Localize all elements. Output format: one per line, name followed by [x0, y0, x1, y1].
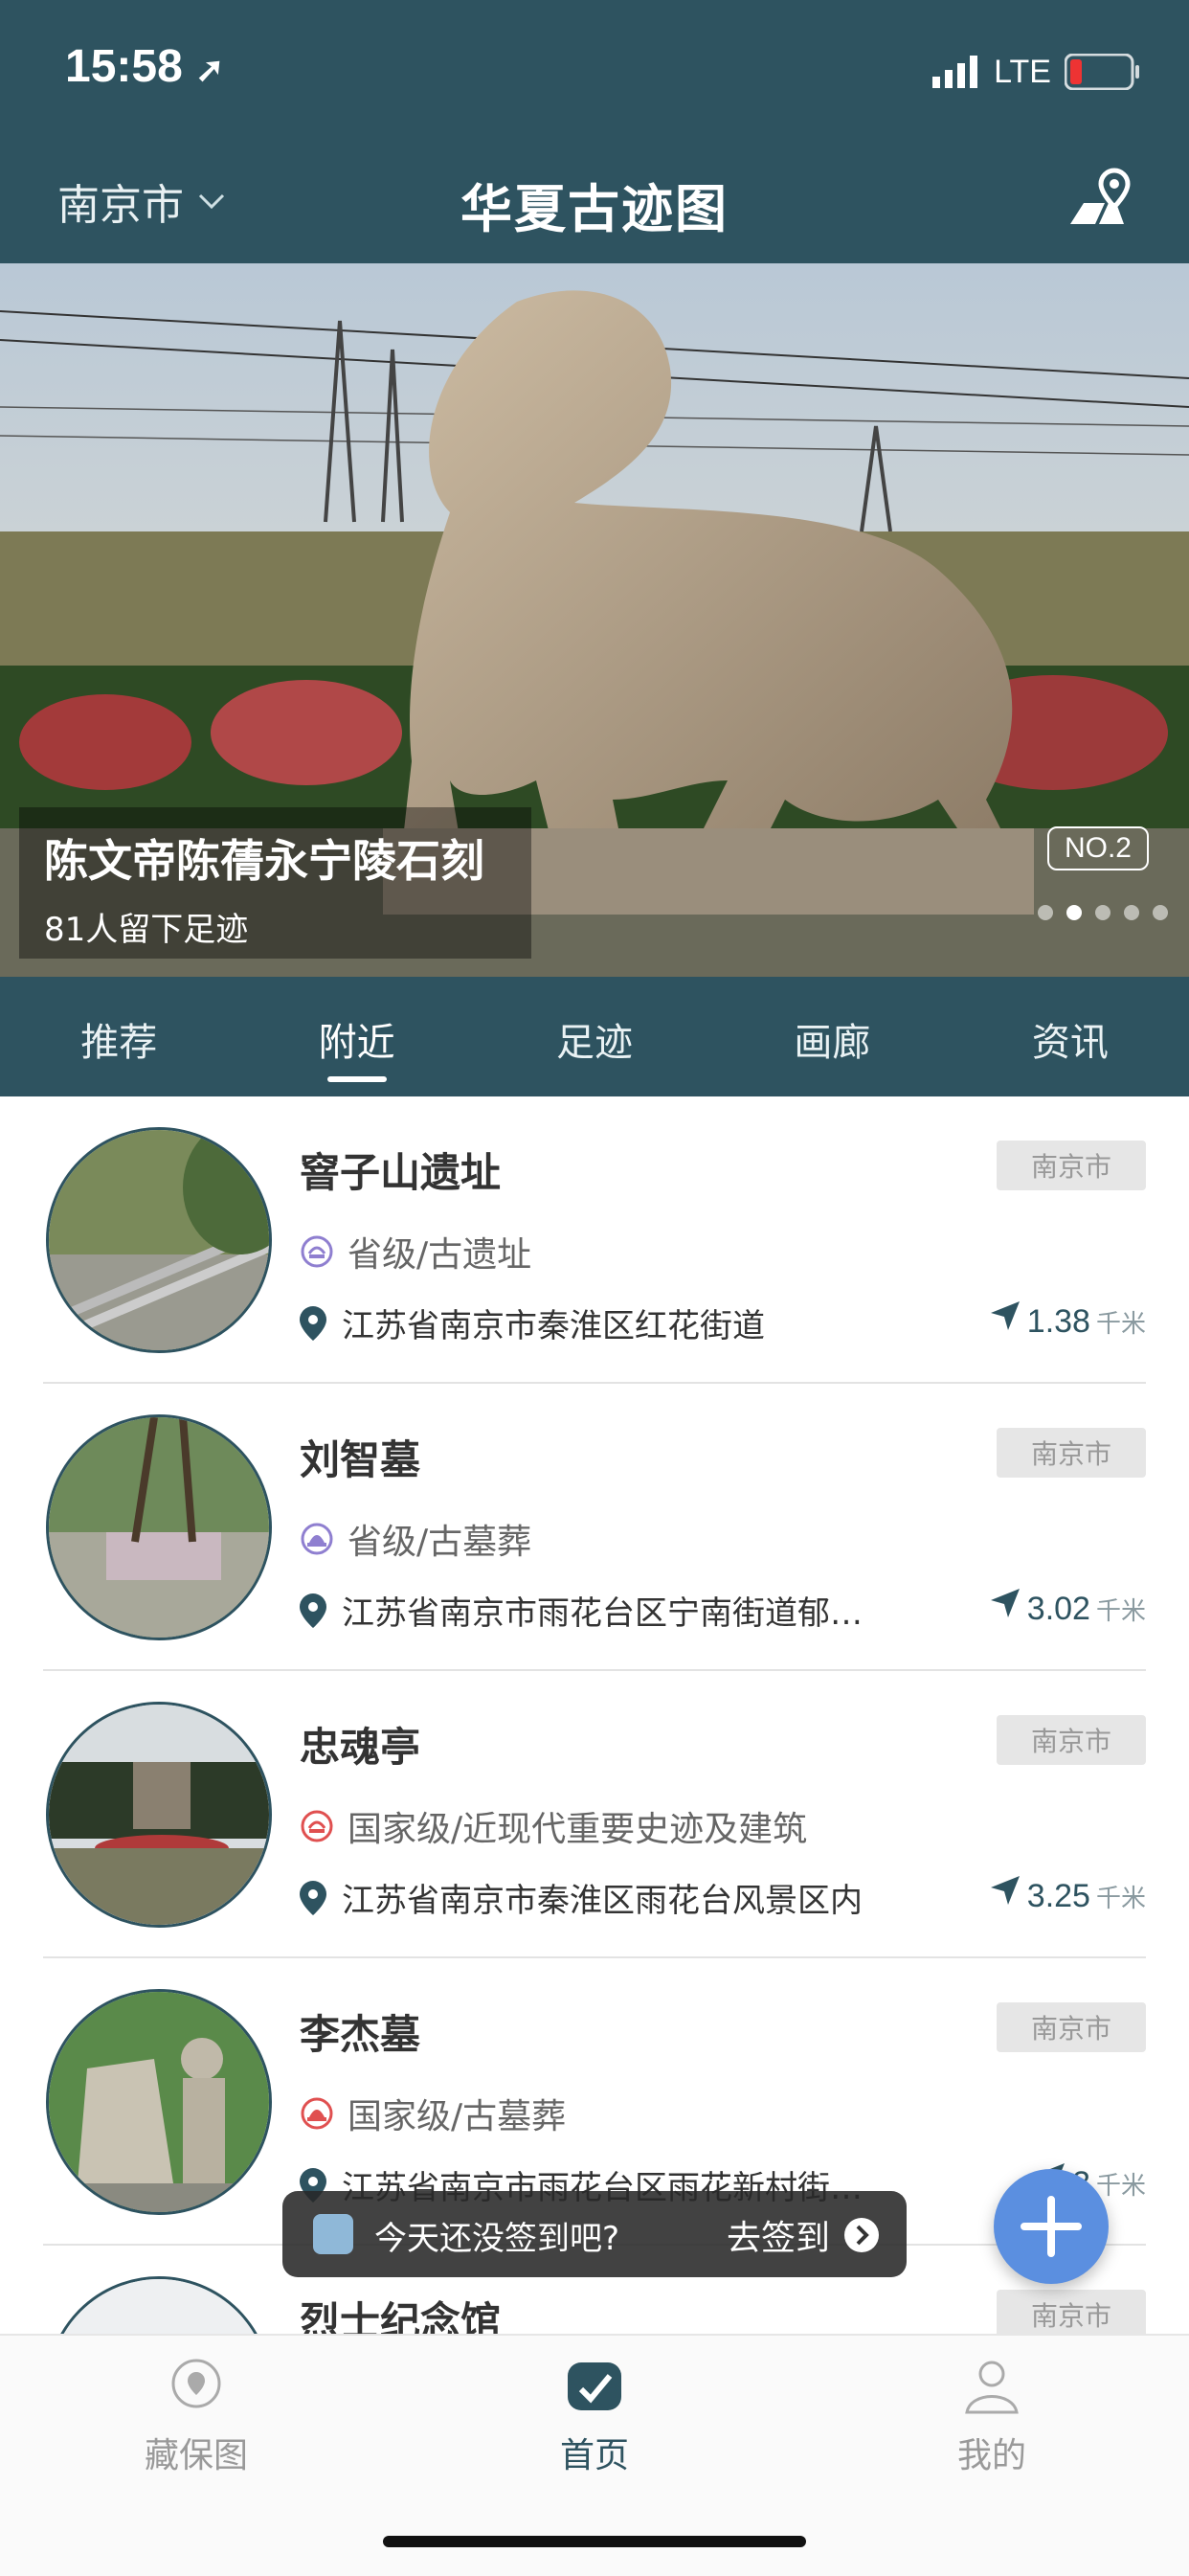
- nav-label: 我的: [956, 2436, 1026, 2475]
- navigation-arrow-icon: [990, 1589, 1020, 1617]
- site-address: 江苏省南京市雨花台区宁南街道郁…: [342, 1594, 863, 1633]
- city-tag: 南京市: [996, 1715, 1146, 1765]
- heritage-level-icon: [301, 2097, 333, 2130]
- toast-message: 今天还没签到吧?: [374, 2220, 620, 2258]
- map-location-icon[interactable]: [1066, 165, 1139, 237]
- tab-recommend[interactable]: 推荐: [0, 977, 237, 1096]
- heritage-level: 国家级/近现代重要史迹及建筑: [348, 1810, 808, 1849]
- add-button[interactable]: [994, 2169, 1109, 2284]
- status-bar: 15:58 ➚ LTE: [0, 0, 1189, 144]
- distance-value: 3.25: [1026, 1878, 1090, 1914]
- heritage-level-icon: [301, 1810, 333, 1842]
- list-item[interactable]: 刘智墓 南京市 省级/古墓葬 江苏省南京市雨花台区宁南街道郁… 3.02 千米: [0, 1384, 1189, 1671]
- heritage-level: 省级/古遗址: [348, 1235, 532, 1275]
- site-thumbnail: [46, 1414, 272, 1640]
- heritage-level: 国家级/古墓葬: [348, 2097, 567, 2136]
- category-tabs: 推荐 附近 足迹 画廊 资讯: [0, 977, 1189, 1096]
- carousel-dot: [1095, 905, 1110, 920]
- carousel-dot: [1153, 905, 1168, 920]
- network-label: LTE: [994, 53, 1051, 90]
- carousel-indicator: [1038, 905, 1168, 920]
- home-icon: [568, 2362, 621, 2410]
- nav-profile[interactable]: 我的: [848, 2357, 1135, 2477]
- carousel-dot: [1124, 905, 1139, 920]
- user-icon: [965, 2361, 1019, 2414]
- distance-value: 3.02: [1026, 1591, 1090, 1627]
- nav-home[interactable]: 首页: [451, 2357, 738, 2477]
- distance-unit: 千米: [1095, 1884, 1146, 1912]
- nav-label: 藏保图: [144, 2436, 248, 2475]
- checkin-button[interactable]: 去签到: [727, 2210, 880, 2260]
- distance-unit: 千米: [1095, 1596, 1146, 1625]
- heritage-level-icon: [301, 1523, 333, 1555]
- checkin-label: 去签到: [726, 2219, 830, 2258]
- heritage-level-icon: [301, 1235, 333, 1268]
- checkin-toast[interactable]: 今天还没签到吧? 去签到: [282, 2191, 907, 2277]
- nav-heritage-map[interactable]: 藏保图: [53, 2357, 340, 2477]
- site-thumbnail: [46, 1702, 272, 1928]
- banner-footprint-count: 81人留下足迹: [44, 911, 249, 949]
- site-address: 江苏省南京市秦淮区雨花台风景区内: [342, 1882, 863, 1920]
- site-name: 窨子山遗址: [300, 1149, 502, 1196]
- rank-badge: NO.2: [1046, 826, 1149, 870]
- location-arrow-icon: ➚: [195, 50, 225, 89]
- banner-title: 陈文帝陈蒨永宁陵石刻: [44, 835, 484, 887]
- calendar-icon: [313, 2214, 353, 2254]
- tab-nearby[interactable]: 附近: [237, 977, 475, 1096]
- location-pin-icon: [300, 1305, 326, 1341]
- site-name: 忠魂亭: [300, 1724, 421, 1771]
- nav-label: 首页: [559, 2436, 629, 2475]
- banner-caption: 陈文帝陈蒨永宁陵石刻 81人留下足迹: [19, 807, 531, 959]
- site-thumbnail: [46, 1127, 272, 1353]
- navigation-arrow-icon: [990, 1876, 1020, 1905]
- status-time: 15:58: [65, 41, 183, 92]
- page-title: 华夏古迹图: [460, 179, 729, 239]
- plus-icon: [1021, 2196, 1082, 2257]
- city-tag: 南京市: [996, 1428, 1146, 1478]
- list-item[interactable]: 窨子山遗址 南京市 省级/古遗址 江苏省南京市秦淮区红花街道 1.38 千米: [0, 1096, 1189, 1384]
- app-header: 南京市 华夏古迹图: [0, 144, 1189, 263]
- tab-gallery[interactable]: 画廊: [713, 977, 951, 1096]
- location-pin-icon: [300, 1880, 326, 1915]
- signal-icon: [932, 56, 978, 88]
- city-tag: 南京市: [996, 2290, 1146, 2334]
- city-tag: 南京市: [996, 1141, 1146, 1190]
- carousel-dot: [1038, 905, 1053, 920]
- heritage-level: 省级/古墓葬: [348, 1523, 532, 1562]
- tab-footprints[interactable]: 足迹: [476, 977, 713, 1096]
- distance-value: 1.38: [1026, 1303, 1090, 1340]
- site-name: 烈士纪念馆: [300, 2298, 502, 2334]
- site-name: 刘智墓: [300, 1436, 421, 1483]
- site-thumbnail: [46, 2276, 272, 2334]
- city-tag: 南京市: [996, 2002, 1146, 2052]
- map-pin-icon: [171, 2359, 221, 2408]
- featured-banner[interactable]: 陈文帝陈蒨永宁陵石刻 81人留下足迹 NO.2: [0, 263, 1189, 977]
- nearby-site-list: 窨子山遗址 南京市 省级/古遗址 江苏省南京市秦淮区红花街道 1.38 千米 刘…: [0, 1096, 1189, 2334]
- site-address: 江苏省南京市秦淮区红花街道: [342, 1307, 765, 1345]
- location-pin-icon: [300, 1593, 326, 1628]
- site-thumbnail: [46, 1989, 272, 2215]
- chevron-right-circle-icon: [844, 2218, 879, 2252]
- distance-unit: 千米: [1095, 1309, 1146, 1338]
- carousel-dot-active: [1066, 905, 1082, 920]
- home-indicator: [383, 2536, 806, 2547]
- battery-icon: [1065, 54, 1139, 90]
- tab-news[interactable]: 资讯: [952, 977, 1189, 1096]
- list-item[interactable]: 忠魂亭 南京市 国家级/近现代重要史迹及建筑 江苏省南京市秦淮区雨花台风景区内 …: [0, 1671, 1189, 1958]
- site-name: 李杰墓: [300, 2011, 421, 2058]
- navigation-arrow-icon: [990, 1301, 1020, 1330]
